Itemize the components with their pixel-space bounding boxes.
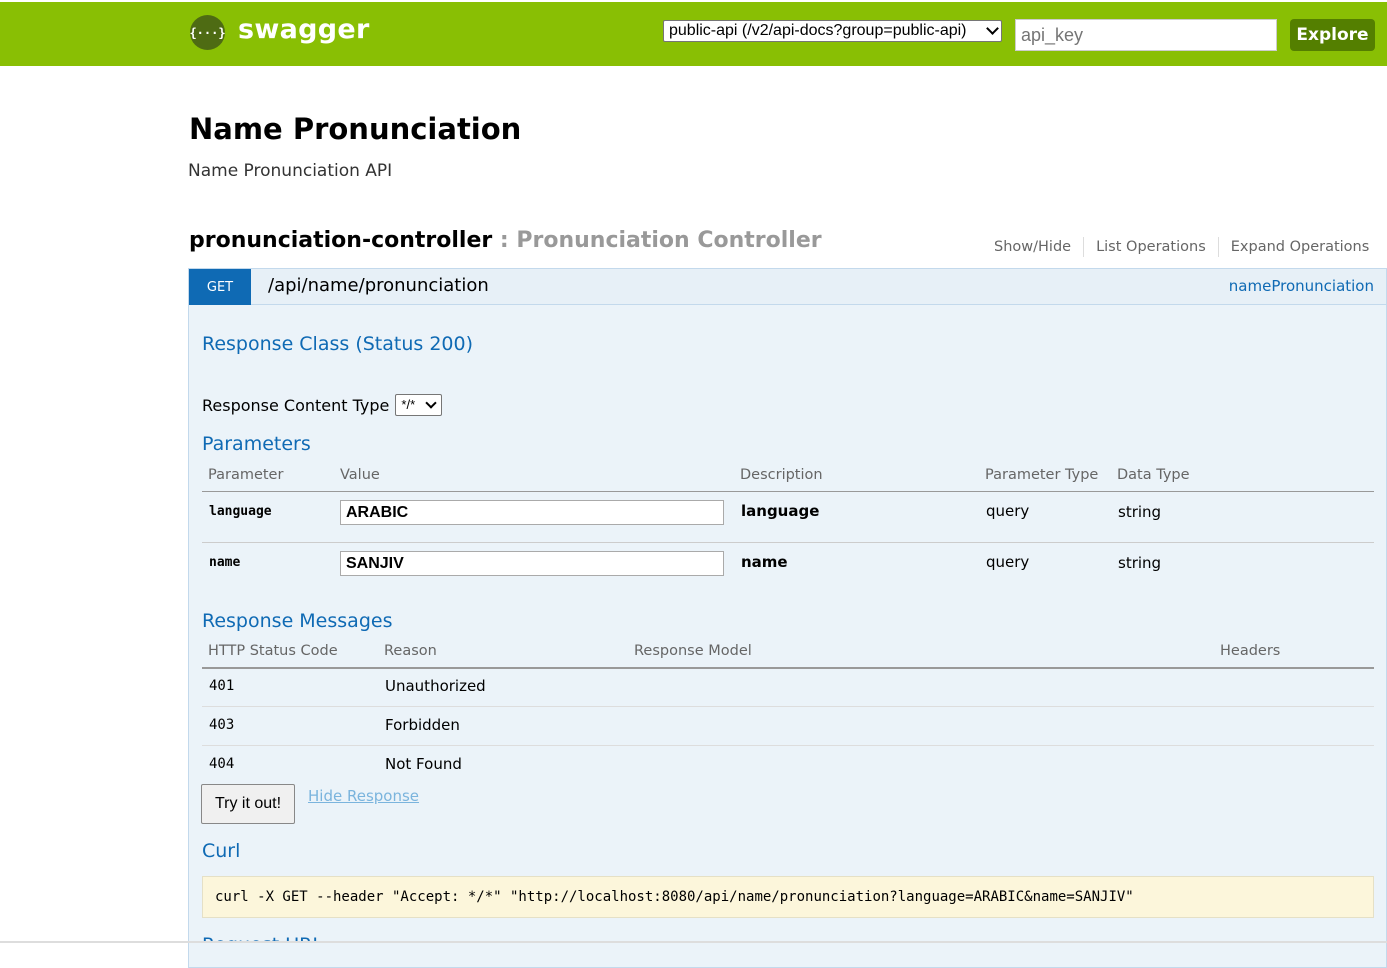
param-name-name: name	[209, 555, 241, 570]
resource-heading[interactable]: pronunciation-controller : Pronunciation…	[189, 228, 822, 253]
msg-header-status-code: HTTP Status Code	[208, 643, 338, 659]
param-row-divider	[202, 542, 1374, 543]
content-type-select[interactable]: */*	[395, 394, 443, 416]
resource-links: Show/Hide List Operations Expand Operati…	[982, 237, 1369, 257]
operation-path[interactable]: /api/name/pronunciation	[268, 275, 489, 296]
swagger-logo-text[interactable]: swagger	[238, 14, 370, 45]
api-select-value: public-api (/v2/api-docs?group=public-ap…	[669, 22, 967, 39]
resource-name[interactable]: pronunciation-controller	[189, 228, 492, 253]
operation-nickname[interactable]: namePronunciation	[1229, 277, 1374, 295]
swagger-logo-icon[interactable]: {···}	[189, 15, 226, 50]
status-code-403: 403	[209, 717, 235, 733]
content-type-label: Response Content Type	[202, 395, 390, 415]
explore-button[interactable]: Explore	[1290, 19, 1375, 51]
reason-403: Forbidden	[385, 716, 460, 734]
name-input[interactable]	[340, 551, 724, 576]
chevron-down-icon	[986, 22, 999, 35]
try-it-out-button[interactable]: Try it out!	[201, 784, 295, 824]
curl-title: Curl	[202, 840, 241, 862]
data-type-name: string	[1118, 554, 1162, 572]
msg-header-reason: Reason	[384, 643, 437, 659]
language-input[interactable]	[340, 500, 724, 525]
api-key-input[interactable]	[1015, 19, 1277, 51]
api-definition-select[interactable]: public-api (/v2/api-docs?group=public-ap…	[663, 20, 1002, 42]
param-header-description: Description	[740, 467, 823, 483]
msg-header-headers: Headers	[1220, 643, 1281, 659]
msg-header-divider	[202, 667, 1374, 669]
expand-operations-link[interactable]: Expand Operations	[1219, 237, 1370, 257]
param-header-parameter: Parameter	[208, 467, 284, 483]
list-operations-link[interactable]: List Operations	[1084, 237, 1219, 257]
msg-header-response-model: Response Model	[634, 643, 752, 659]
param-type-language: query	[986, 502, 1030, 520]
param-header-divider	[202, 491, 1374, 492]
param-header-data-type: Data Type	[1117, 467, 1190, 483]
param-header-value: Value	[340, 467, 380, 483]
param-name-language: language	[209, 504, 272, 519]
reason-404: Not Found	[385, 755, 462, 773]
curl-command: curl -X GET --header "Accept: */*" "http…	[202, 876, 1374, 918]
resource-description: : Pronunciation Controller	[492, 228, 822, 253]
api-description: Name Pronunciation API	[188, 161, 393, 181]
response-content-type: Response Content Type */*	[202, 394, 443, 416]
param-description-name: name	[741, 553, 788, 571]
chevron-down-icon	[425, 397, 438, 409]
content-type-value: */*	[401, 397, 416, 412]
response-class-title: Response Class (Status 200)	[202, 333, 473, 355]
hide-response-link[interactable]: Hide Response	[308, 787, 419, 805]
http-method-badge[interactable]: GET	[189, 269, 251, 305]
parameters-title: Parameters	[202, 433, 311, 455]
show-hide-link[interactable]: Show/Hide	[982, 237, 1085, 257]
param-header-parameter-type: Parameter Type	[985, 467, 1099, 483]
response-messages-title: Response Messages	[202, 610, 393, 632]
param-type-name: query	[986, 553, 1030, 571]
msg-row-divider	[202, 706, 1374, 707]
param-description-language: language	[741, 502, 820, 520]
msg-row-divider	[202, 745, 1374, 746]
reason-401: Unauthorized	[385, 677, 486, 695]
status-code-404: 404	[209, 756, 235, 772]
page-title: Name Pronunciation	[189, 112, 522, 146]
status-code-401: 401	[209, 678, 235, 694]
data-type-language: string	[1118, 503, 1162, 521]
